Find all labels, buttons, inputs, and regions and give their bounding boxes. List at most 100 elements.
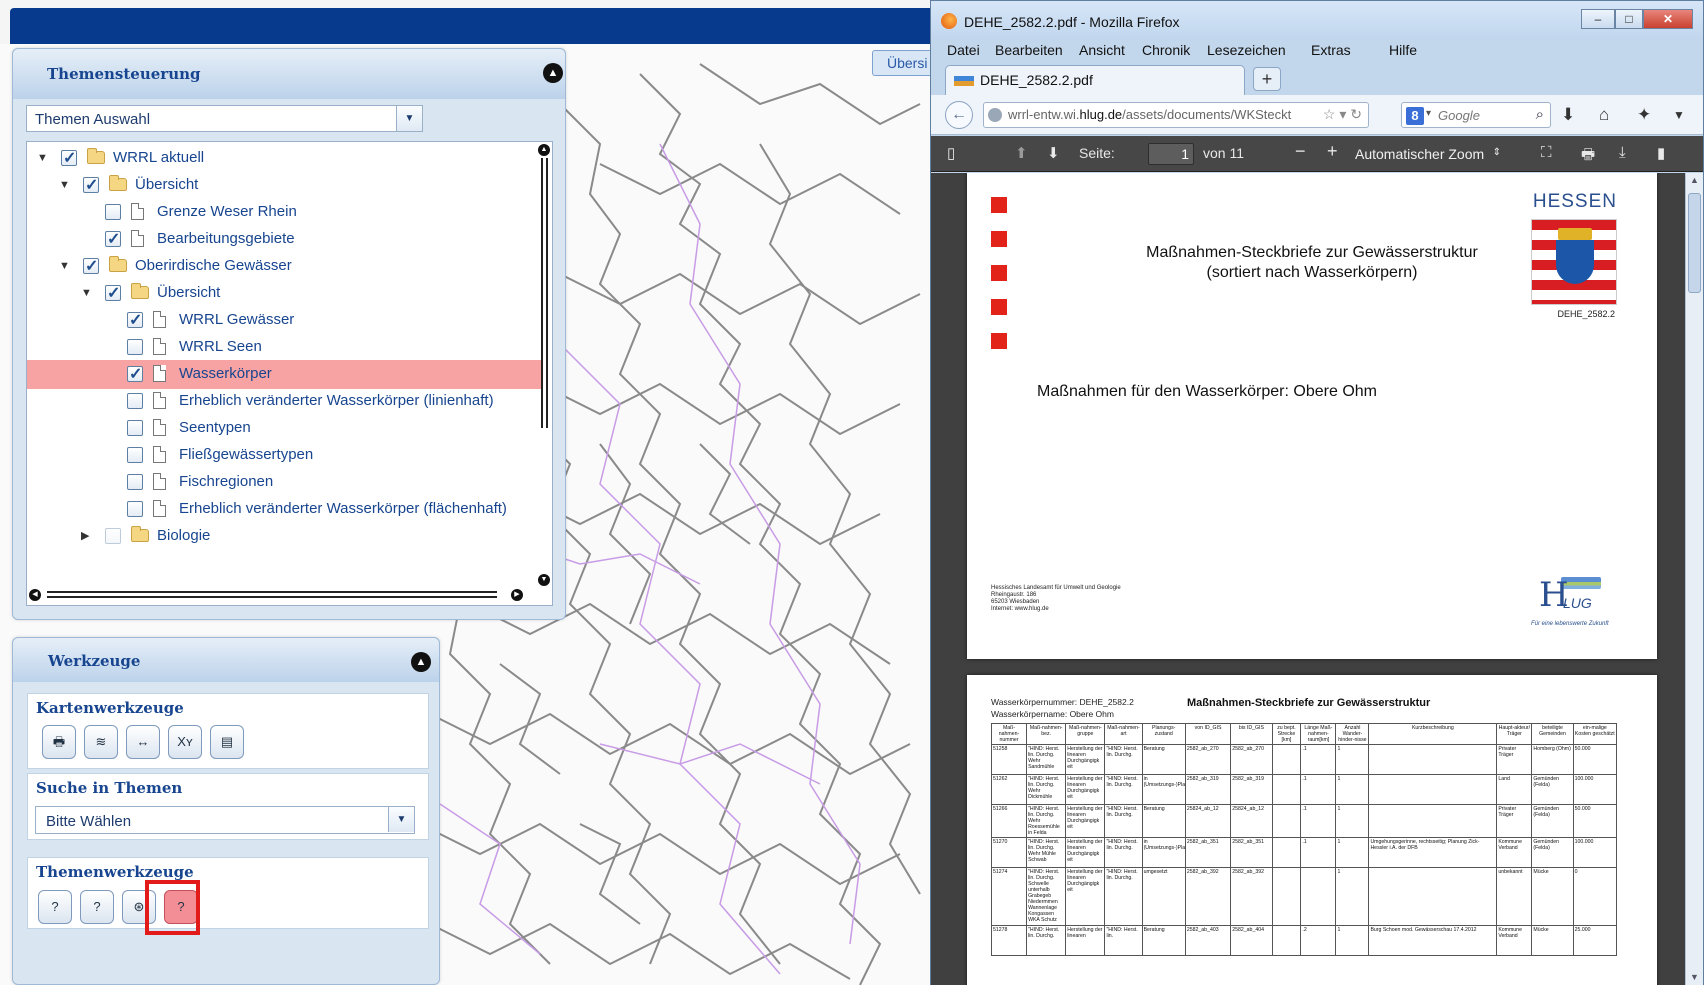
previous-page-icon[interactable]: ⬆ xyxy=(1015,144,1028,162)
chevron-up-icon[interactable]: ▲ xyxy=(411,652,431,672)
tree-item[interactable]: Fließgewässertypen xyxy=(27,441,541,470)
menu-item-extras[interactable]: Extras xyxy=(1311,42,1351,58)
tree-item[interactable]: ▼ Übersicht xyxy=(27,279,541,308)
info-list-icon[interactable]: ? xyxy=(80,890,114,924)
chevron-down-icon[interactable]: ▼ xyxy=(388,807,414,832)
fullscreen-icon[interactable]: ⛶ xyxy=(1541,144,1552,161)
minimize-icon[interactable]: – xyxy=(1581,9,1615,29)
tree-item[interactable]: Fischregionen xyxy=(27,468,541,497)
scroll-left-icon[interactable]: ◀ xyxy=(29,589,41,601)
page-number-input[interactable]: 1 xyxy=(1148,143,1194,165)
search-icon[interactable]: ⌕ xyxy=(1536,106,1544,123)
tree-checkbox[interactable] xyxy=(127,474,143,490)
chevron-up-icon[interactable]: ▲ xyxy=(543,63,563,83)
tree-checkbox[interactable] xyxy=(105,229,121,249)
tab-pdf[interactable]: DEHE_2582.2.pdf xyxy=(945,65,1245,95)
tree-item[interactable]: Bearbeitungsgebiete xyxy=(27,225,541,254)
scrollbar-track[interactable] xyxy=(47,591,497,593)
scroll-up-icon[interactable]: ▲ xyxy=(538,144,550,156)
collapse-arrow-icon[interactable]: ▼ xyxy=(59,179,71,191)
next-page-icon[interactable]: ⬇ xyxy=(1047,144,1060,162)
tree-item[interactable]: Erheblich veränderter Wasserkörper (lini… xyxy=(27,387,541,416)
maximize-icon[interactable]: □ xyxy=(1615,9,1643,29)
scrollbar-track[interactable] xyxy=(541,158,543,428)
tree-checkbox[interactable] xyxy=(127,364,143,384)
scrollbar-thumb[interactable] xyxy=(546,158,548,428)
download-icon[interactable]: ⬇ xyxy=(1561,105,1575,125)
chevron-down-icon[interactable]: ▼ xyxy=(396,106,422,131)
menu-item-lesezeichen[interactable]: Lesezeichen xyxy=(1207,42,1286,58)
menu-item-ansicht[interactable]: Ansicht xyxy=(1079,42,1125,58)
print-icon[interactable]: 🖶 xyxy=(1581,144,1595,169)
dropdown-arrow-icon[interactable]: ▾ xyxy=(1426,108,1431,119)
home-icon[interactable]: ⌂ xyxy=(1599,105,1609,125)
tree-item[interactable]: Seentypen xyxy=(27,414,541,443)
coordinates-icon[interactable]: Xʏ xyxy=(168,725,202,759)
folder-icon xyxy=(109,256,127,272)
tree-checkbox[interactable] xyxy=(127,310,143,330)
tree-item[interactable]: WRRL Seen xyxy=(27,333,541,362)
tree-checkbox[interactable] xyxy=(83,256,99,276)
close-icon[interactable]: ✕ xyxy=(1643,9,1693,29)
themen-auswahl-select[interactable]: Themen Auswahl ▼ xyxy=(26,105,423,132)
tree-checkbox[interactable] xyxy=(105,283,121,303)
new-tab-icon[interactable]: + xyxy=(1253,67,1281,91)
tree-item[interactable]: Grenze Weser Rhein xyxy=(27,198,541,227)
menu-dropdown-icon[interactable]: ▼ xyxy=(1673,108,1685,122)
layers-icon[interactable]: ≋ xyxy=(84,725,118,759)
print-icon[interactable]: 🖶 xyxy=(42,725,76,759)
suche-select[interactable]: Bitte Wählen ▼ xyxy=(35,806,415,834)
zoom-out-icon[interactable]: − xyxy=(1295,141,1306,162)
scroll-up-icon[interactable]: ▲ xyxy=(1690,175,1699,185)
zoom-select[interactable]: Automatischer Zoom ⇕ xyxy=(1355,143,1505,165)
tree-checkbox[interactable] xyxy=(127,393,143,409)
bookmark-star-icon[interactable]: ☆ ▾ ↻ xyxy=(1323,106,1362,123)
zoom-in-icon[interactable]: + xyxy=(1327,141,1338,162)
tree-checkbox[interactable] xyxy=(127,339,143,355)
tree-checkbox[interactable] xyxy=(105,204,121,220)
back-arrow-icon[interactable]: ← xyxy=(945,101,973,129)
document-icon[interactable]: ▤ xyxy=(210,725,244,759)
bookmark-icon[interactable]: ▮ xyxy=(1657,144,1665,162)
search-bar[interactable]: 8 ▾ Google ⌕ xyxy=(1401,102,1551,128)
tree-checkbox[interactable] xyxy=(83,175,99,195)
tree-item[interactable]: ▼ Oberirdische Gewässer xyxy=(27,252,541,281)
table-cell xyxy=(1368,774,1498,805)
measure-icon[interactable]: ↔ xyxy=(126,725,160,759)
addon-icon[interactable]: ✦ xyxy=(1637,105,1651,125)
tree-checkbox[interactable] xyxy=(61,148,77,168)
tree-checkbox[interactable] xyxy=(105,528,121,544)
menu-item-datei[interactable]: Datei xyxy=(947,42,980,58)
tree-item[interactable]: Erheblich veränderter Wasserkörper (fläc… xyxy=(27,495,541,524)
scroll-down-icon[interactable]: ▼ xyxy=(1690,972,1699,982)
menu-item-hilfe[interactable]: Hilfe xyxy=(1389,42,1417,58)
expand-arrow-icon[interactable]: ▶ xyxy=(81,530,93,542)
collapse-arrow-icon[interactable]: ▼ xyxy=(81,287,93,299)
url-bar[interactable]: wrrl-entw.wi.hlug.de/assets/documents/WK… xyxy=(983,102,1369,128)
scroll-down-icon[interactable]: ▼ xyxy=(538,574,550,586)
tree-checkbox[interactable] xyxy=(127,447,143,463)
tree-item[interactable]: WRRL Gewässer xyxy=(27,306,541,335)
tree-checkbox[interactable] xyxy=(127,420,143,436)
download-icon[interactable]: ⤓ xyxy=(1619,144,1626,161)
menu-item-chronik[interactable]: Chronik xyxy=(1142,42,1190,58)
pdf-vertical-scrollbar[interactable]: ▲ ▼ xyxy=(1685,173,1703,985)
tree-item[interactable]: ▼ Übersicht xyxy=(27,171,541,200)
menu-item-bearbeiten[interactable]: Bearbeiten xyxy=(995,42,1063,58)
pdf-viewer[interactable]: Maßnahmen-Steckbriefe zur Gewässerstrukt… xyxy=(931,173,1703,985)
theme-tree[interactable]: ▼ WRRL aktuell ▼ Übersicht Grenze Weser Rhei… xyxy=(26,141,553,606)
scrollbar-thumb[interactable] xyxy=(1688,193,1701,293)
tree-checkbox[interactable] xyxy=(127,501,143,517)
collapse-arrow-icon[interactable]: ▼ xyxy=(37,152,49,164)
scroll-right-icon[interactable]: ▶ xyxy=(511,589,523,601)
sidebar-toggle-icon[interactable]: ▯ xyxy=(947,144,955,162)
collapse-arrow-icon[interactable]: ▼ xyxy=(59,260,71,272)
tree-item[interactable]: ▼ WRRL aktuell xyxy=(27,144,541,173)
info-icon[interactable]: ? xyxy=(38,890,72,924)
title-bar[interactable]: DEHE_2582.2.pdf - Mozilla Firefox – □ ✕ xyxy=(931,1,1703,39)
tree-horizontal-scrollbar[interactable]: ◀ ▶ xyxy=(27,587,527,605)
tree-vertical-scrollbar[interactable]: ▲ ▼ xyxy=(538,142,550,605)
scrollbar-thumb[interactable] xyxy=(47,596,497,598)
tree-item[interactable]: ▶ Biologie xyxy=(27,522,541,551)
tree-item[interactable]: Wasserkörper xyxy=(27,360,541,389)
